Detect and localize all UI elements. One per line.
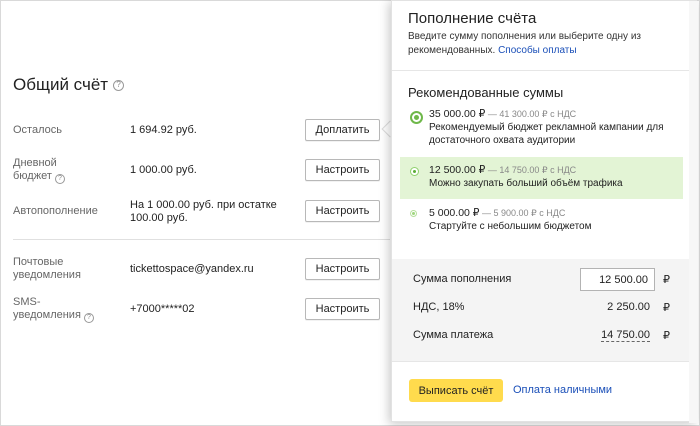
- option-desc-line2: достаточного охвата аудитории: [429, 135, 576, 146]
- remaining-label: Осталось: [13, 124, 62, 136]
- sms-notifications-label-line2: уведомления: [13, 309, 81, 321]
- sum-label: Сумма пополнения: [413, 273, 512, 285]
- popup-divider: [392, 361, 696, 362]
- popup-description-line1: Введите сумму пополнения или выберите од…: [408, 31, 641, 42]
- email-notifications-value: tickettospace@yandex.ru: [130, 263, 254, 275]
- auto-topup-value-line2: 100.00 руб.: [130, 212, 188, 224]
- recommended-option[interactable]: 35 000.00 ₽ — 41 300.00 ₽ с НДС Рекоменд…: [400, 108, 683, 150]
- account-title: Общий счёт ?: [13, 75, 125, 95]
- daily-budget-label-line1: Дневной: [13, 157, 57, 169]
- account-title-text: Общий счёт: [13, 75, 109, 94]
- help-icon[interactable]: ?: [54, 173, 65, 184]
- sms-notifications-label: SMS- уведомления?: [13, 296, 94, 323]
- vat-label: НДС, 18%: [413, 301, 465, 313]
- payment-calculation: Сумма пополнения 12 500.00 ₽ НДС, 18% 2 …: [392, 259, 696, 361]
- issue-invoice-button[interactable]: Выписать счёт: [409, 379, 503, 402]
- auto-topup-value-line1: На 1 000.00 руб. при остатке: [130, 199, 277, 211]
- help-icon[interactable]: ?: [83, 312, 94, 323]
- total-label: Сумма платежа: [413, 329, 494, 341]
- email-notifications-label: Почтовые уведомления: [13, 256, 81, 282]
- option-amount-line: 12 500.00 ₽ — 14 750.00 ₽ с НДС: [420, 164, 683, 177]
- auto-topup-label: Автопополнение: [13, 205, 98, 217]
- radio-dot: [412, 212, 415, 215]
- option-amount: 5 000.00 ₽: [429, 207, 480, 219]
- help-icon[interactable]: ?: [113, 79, 125, 91]
- auto-topup-value: На 1 000.00 руб. при остатке 100.00 руб.: [130, 199, 277, 225]
- option-amount: 12 500.00 ₽: [429, 164, 486, 176]
- radio-icon[interactable]: [410, 111, 423, 124]
- email-notifications-configure-button[interactable]: Настроить: [305, 258, 380, 280]
- sms-notifications-label-line2-wrap: уведомления?: [13, 309, 94, 323]
- option-desc-line1: Стартуйте с небольшим бюджетом: [429, 221, 592, 232]
- vat-value: 2 250.00: [607, 301, 650, 313]
- option-desc-line1: Рекомендуемый бюджет рекламной кампании …: [429, 122, 664, 133]
- option-amount-line: 35 000.00 ₽ — 41 300.00 ₽ с НДС: [420, 108, 683, 121]
- daily-budget-configure-button[interactable]: Настроить: [305, 159, 380, 181]
- radio-dot: [413, 170, 416, 173]
- top-up-button[interactable]: Доплатить: [305, 119, 380, 141]
- popup-description: Введите сумму пополнения или выберите од…: [408, 30, 683, 58]
- option-vat: — 14 750.00 ₽ с НДС: [485, 165, 577, 175]
- currency-symbol: ₽: [663, 302, 670, 314]
- option-desc-line1: Можно закупать больший объём трафика: [429, 178, 623, 189]
- option-vat: — 41 300.00 ₽ с НДС: [485, 109, 577, 119]
- daily-budget-value: 1 000.00 руб.: [130, 164, 197, 176]
- daily-budget-label: Дневной бюджет?: [13, 157, 65, 184]
- section-divider: [13, 239, 390, 240]
- daily-budget-label-line2: бюджет: [13, 170, 52, 182]
- radio-dot: [414, 115, 419, 120]
- total-value: 14 750.00: [601, 329, 650, 342]
- sms-notifications-value: +7000*****02: [130, 303, 195, 315]
- sms-notifications-label-line1: SMS-: [13, 296, 41, 308]
- currency-symbol: ₽: [663, 330, 670, 342]
- payment-methods-link[interactable]: Способы оплаты: [498, 45, 577, 56]
- email-notifications-label-line2: уведомления: [13, 269, 81, 281]
- recommended-title: Рекомендованные суммы: [408, 85, 564, 100]
- option-amount: 35 000.00 ₽: [429, 108, 486, 120]
- sms-notifications-configure-button[interactable]: Настроить: [305, 298, 380, 320]
- scrollbar[interactable]: [689, 1, 698, 423]
- daily-budget-label-line2-wrap: бюджет?: [13, 170, 65, 184]
- currency-symbol: ₽: [663, 274, 670, 286]
- remaining-value: 1 694.92 руб.: [130, 124, 197, 136]
- auto-topup-configure-button[interactable]: Настроить: [305, 200, 380, 222]
- option-amount-line: 5 000.00 ₽ — 5 900.00 ₽ с НДС: [420, 207, 683, 220]
- popup-divider: [392, 70, 696, 71]
- sum-input[interactable]: 12 500.00: [580, 268, 655, 291]
- radio-icon[interactable]: [410, 210, 417, 217]
- email-notifications-label-line1: Почтовые: [13, 256, 64, 268]
- topup-popup: Пополнение счёта Введите сумму пополнени…: [391, 0, 697, 422]
- cash-payment-link[interactable]: Оплата наличными: [513, 384, 612, 396]
- option-vat: — 5 900.00 ₽ с НДС: [479, 208, 566, 218]
- radio-icon[interactable]: [410, 167, 419, 176]
- popup-title: Пополнение счёта: [408, 10, 537, 27]
- popup-description-line2-text: рекомендованных.: [408, 45, 499, 56]
- recommended-option-selected[interactable]: 12 500.00 ₽ — 14 750.00 ₽ с НДС Можно за…: [400, 157, 683, 199]
- recommended-option[interactable]: 5 000.00 ₽ — 5 900.00 ₽ с НДС Стартуйте …: [400, 207, 683, 237]
- popup-description-line2: рекомендованных. Способы оплаты: [408, 44, 683, 58]
